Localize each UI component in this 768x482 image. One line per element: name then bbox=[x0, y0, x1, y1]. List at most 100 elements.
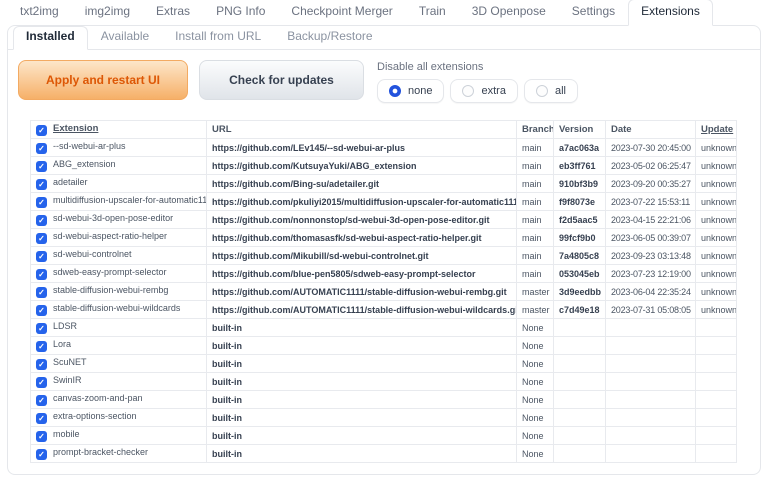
update-cell: unknown bbox=[696, 211, 737, 229]
row-checkbox-icon[interactable]: ✓ bbox=[36, 341, 47, 352]
tab-extras[interactable]: Extras bbox=[143, 0, 203, 25]
table-row: ✓stable-diffusion-webui-wildcardshttps:/… bbox=[31, 301, 737, 319]
date-cell: 2023-09-23 03:13:48 bbox=[606, 247, 696, 265]
radio-option-label: none bbox=[408, 85, 432, 97]
select-all-checkbox-icon[interactable]: ✓ bbox=[36, 125, 47, 136]
date-cell: 2023-05-02 06:25:47 bbox=[606, 157, 696, 175]
tab-txt2img[interactable]: txt2img bbox=[7, 0, 72, 25]
row-checkbox-icon[interactable]: ✓ bbox=[36, 143, 47, 154]
url-cell: https://github.com/LEv145/--sd-webui-ar-… bbox=[207, 139, 517, 157]
row-checkbox-icon[interactable]: ✓ bbox=[36, 359, 47, 370]
column-header-branch: Branch bbox=[517, 121, 554, 139]
row-checkbox-icon[interactable]: ✓ bbox=[36, 431, 47, 442]
extension-cell: ✓ stable-diffusion-webui-rembg bbox=[31, 283, 207, 301]
tab-checkpoint-merger[interactable]: Checkpoint Merger bbox=[278, 0, 405, 25]
radio-option-label: extra bbox=[481, 85, 505, 97]
url-cell: https://github.com/KutsuyaYuki/ABG_exten… bbox=[207, 157, 517, 175]
extension-name: sdweb-easy-prompt-selector bbox=[53, 267, 167, 277]
check-updates-button[interactable]: Check for updates bbox=[199, 60, 364, 100]
url-cell: https://github.com/blue-pen5805/sdweb-ea… bbox=[207, 265, 517, 283]
subtab-installed[interactable]: Installed bbox=[13, 26, 88, 50]
radio-dot-icon bbox=[536, 85, 548, 97]
version-cell bbox=[554, 445, 606, 463]
tab-3d-openpose[interactable]: 3D Openpose bbox=[459, 0, 559, 25]
update-cell: unknown bbox=[696, 139, 737, 157]
url-cell: built-in bbox=[207, 445, 517, 463]
url-cell: https://github.com/AUTOMATIC1111/stable-… bbox=[207, 301, 517, 319]
version-cell: 99fcf9b0 bbox=[554, 229, 606, 247]
branch-cell: main bbox=[517, 247, 554, 265]
extensions-tab-bar: InstalledAvailableInstall from URLBackup… bbox=[8, 26, 760, 50]
row-checkbox-icon[interactable]: ✓ bbox=[36, 449, 47, 460]
table-row: ✓sd-webui-controlnethttps://github.com/M… bbox=[31, 247, 737, 265]
subtab-install-from-url[interactable]: Install from URL bbox=[162, 26, 274, 49]
url-cell: built-in bbox=[207, 337, 517, 355]
table-row: ✓LDSRbuilt-inNone bbox=[31, 319, 737, 337]
table-row: ✓--sd-webui-ar-plushttps://github.com/LE… bbox=[31, 139, 737, 157]
extension-name: adetailer bbox=[53, 177, 88, 187]
branch-cell: main bbox=[517, 265, 554, 283]
row-checkbox-icon[interactable]: ✓ bbox=[36, 215, 47, 226]
date-cell: 2023-07-30 20:45:00 bbox=[606, 139, 696, 157]
table-row: ✓sd-webui-aspect-ratio-helperhttps://git… bbox=[31, 229, 737, 247]
extension-name: stable-diffusion-webui-rembg bbox=[53, 285, 168, 295]
column-header-update[interactable]: Update bbox=[696, 121, 737, 139]
row-checkbox-icon[interactable]: ✓ bbox=[36, 377, 47, 388]
date-cell: 2023-04-15 22:21:06 bbox=[606, 211, 696, 229]
extension-cell: ✓ sdweb-easy-prompt-selector bbox=[31, 265, 207, 283]
table-row: ✓adetailerhttps://github.com/Bing-su/ade… bbox=[31, 175, 737, 193]
tab-train[interactable]: Train bbox=[406, 0, 459, 25]
apply-restart-button[interactable]: Apply and restart UI bbox=[18, 60, 188, 100]
tab-settings[interactable]: Settings bbox=[559, 0, 628, 25]
extension-cell: ✓stable-diffusion-webui-wildcards bbox=[31, 301, 207, 319]
version-cell: 053045eb bbox=[554, 265, 606, 283]
row-checkbox-icon[interactable]: ✓ bbox=[36, 413, 47, 424]
update-cell bbox=[696, 355, 737, 373]
table-row: ✓Lorabuilt-inNone bbox=[31, 337, 737, 355]
update-header-label: Update bbox=[701, 124, 733, 135]
radio-option-none[interactable]: none bbox=[377, 79, 444, 103]
extension-cell: ✓extra-options-section bbox=[31, 409, 207, 427]
row-checkbox-icon[interactable]: ✓ bbox=[36, 269, 47, 280]
column-header-extension[interactable]: ✓Extension bbox=[31, 121, 207, 139]
disable-extensions-block: Disable all extensions noneextraall bbox=[377, 60, 578, 103]
extension-name: ScuNET bbox=[53, 357, 87, 367]
update-cell bbox=[696, 337, 737, 355]
table-row: ✓stable-diffusion-webui-rembghttps://git… bbox=[31, 283, 737, 301]
extension-cell: ✓ prompt-bracket-checker bbox=[31, 445, 207, 463]
subtab-available[interactable]: Available bbox=[88, 26, 162, 49]
date-cell: 2023-09-20 00:35:27 bbox=[606, 175, 696, 193]
row-checkbox-icon[interactable]: ✓ bbox=[36, 251, 47, 262]
row-checkbox-icon[interactable]: ✓ bbox=[36, 305, 47, 316]
table-row: ✓ABG_extensionhttps://github.com/Kutsuya… bbox=[31, 157, 737, 175]
extension-name: SwinIR bbox=[53, 375, 82, 385]
date-cell: 2023-07-23 12:19:00 bbox=[606, 265, 696, 283]
row-checkbox-icon[interactable]: ✓ bbox=[36, 179, 47, 190]
extension-cell: ✓ canvas-zoom-and-pan bbox=[31, 391, 207, 409]
extension-cell: ✓--sd-webui-ar-plus bbox=[31, 139, 207, 157]
branch-cell: None bbox=[517, 391, 554, 409]
row-checkbox-icon[interactable]: ✓ bbox=[36, 161, 47, 172]
tab-png-info[interactable]: PNG Info bbox=[203, 0, 278, 25]
row-checkbox-icon[interactable]: ✓ bbox=[36, 323, 47, 334]
row-checkbox-icon[interactable]: ✓ bbox=[36, 197, 47, 208]
extension-cell: ✓sd-webui-controlnet bbox=[31, 247, 207, 265]
version-cell bbox=[554, 373, 606, 391]
row-checkbox-icon[interactable]: ✓ bbox=[36, 233, 47, 244]
branch-cell: master bbox=[517, 301, 554, 319]
branch-cell: main bbox=[517, 193, 554, 211]
tab-img2img[interactable]: img2img bbox=[72, 0, 143, 25]
radio-option-all[interactable]: all bbox=[524, 79, 578, 103]
branch-cell: master bbox=[517, 283, 554, 301]
tab-extensions[interactable]: Extensions bbox=[628, 0, 713, 26]
url-cell: https://github.com/pkuliyi2015/multidiff… bbox=[207, 193, 517, 211]
row-checkbox-icon[interactable]: ✓ bbox=[36, 287, 47, 298]
extension-name: canvas-zoom-and-pan bbox=[53, 393, 143, 403]
version-cell bbox=[554, 409, 606, 427]
extension-name: prompt-bracket-checker bbox=[53, 447, 148, 457]
radio-option-extra[interactable]: extra bbox=[450, 79, 517, 103]
extension-name: sd-webui-aspect-ratio-helper bbox=[53, 231, 167, 241]
row-checkbox-icon[interactable]: ✓ bbox=[36, 395, 47, 406]
extensions-table-body: ✓--sd-webui-ar-plushttps://github.com/LE… bbox=[31, 139, 737, 463]
subtab-backup-restore[interactable]: Backup/Restore bbox=[274, 26, 385, 49]
